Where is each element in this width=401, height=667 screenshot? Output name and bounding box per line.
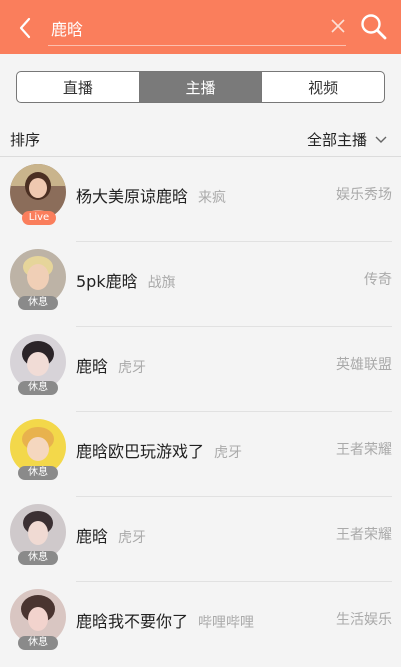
chevron-left-icon bbox=[19, 17, 31, 39]
search-type-tabs: 直播 主播 视频 bbox=[16, 71, 385, 103]
status-badge: 休息 bbox=[18, 551, 58, 565]
list-item[interactable]: 休息 鹿晗 虎牙 王者荣耀 bbox=[0, 497, 401, 582]
sort-bar: 排序 全部主播 bbox=[0, 120, 401, 157]
tab-videos[interactable]: 视频 bbox=[261, 72, 384, 102]
result-platform: 虎牙 bbox=[118, 360, 147, 376]
sort-label: 排序 bbox=[10, 131, 41, 149]
result-category: 王者荣耀 bbox=[336, 527, 392, 543]
result-name: 鹿晗 虎牙 bbox=[76, 527, 147, 546]
result-category: 王者荣耀 bbox=[336, 442, 392, 458]
search-underline bbox=[48, 45, 346, 46]
clear-search-button[interactable] bbox=[330, 18, 346, 34]
result-platform: 哔哩哔哩 bbox=[198, 615, 255, 631]
back-button[interactable] bbox=[14, 14, 38, 42]
result-name: 杨大美原谅鹿晗 来疯 bbox=[76, 187, 227, 206]
result-list: Live 杨大美原谅鹿晗 来疯 娱乐秀场 休息 5pk鹿晗 战旗 传奇 休息 鹿… bbox=[0, 157, 401, 667]
close-icon bbox=[331, 19, 345, 33]
search-icon bbox=[361, 14, 387, 40]
list-item[interactable]: Live 杨大美原谅鹿晗 来疯 娱乐秀场 bbox=[0, 157, 401, 242]
chevron-down-icon bbox=[375, 136, 387, 143]
result-category: 生活娱乐 bbox=[336, 612, 392, 628]
status-badge: 休息 bbox=[18, 296, 58, 310]
result-category: 传奇 bbox=[364, 272, 392, 288]
search-input[interactable] bbox=[48, 13, 321, 43]
list-item[interactable]: 休息 鹿晗我不要你了 哔哩哔哩 生活娱乐 bbox=[0, 582, 401, 667]
result-platform: 虎牙 bbox=[118, 530, 147, 546]
search-box bbox=[48, 13, 346, 46]
status-badge: Live bbox=[22, 211, 56, 225]
list-item[interactable]: 休息 5pk鹿晗 战旗 传奇 bbox=[0, 242, 401, 327]
result-category: 娱乐秀场 bbox=[336, 187, 392, 203]
result-category: 英雄联盟 bbox=[336, 357, 392, 373]
list-item[interactable]: 休息 鹿晗 虎牙 英雄联盟 bbox=[0, 327, 401, 412]
tab-live[interactable]: 直播 bbox=[17, 72, 139, 102]
list-item[interactable]: 休息 鹿晗欧巴玩游戏了 虎牙 王者荣耀 bbox=[0, 412, 401, 497]
result-name: 鹿晗 虎牙 bbox=[76, 357, 147, 376]
result-platform: 来疯 bbox=[198, 190, 227, 206]
streamer-filter-dropdown[interactable]: 全部主播 bbox=[307, 129, 387, 150]
status-badge: 休息 bbox=[18, 381, 58, 395]
status-badge: 休息 bbox=[18, 636, 58, 650]
result-name: 5pk鹿晗 战旗 bbox=[76, 272, 176, 291]
status-badge: 休息 bbox=[18, 466, 58, 480]
result-name: 鹿晗我不要你了 哔哩哔哩 bbox=[76, 612, 255, 631]
tab-streamers[interactable]: 主播 bbox=[138, 72, 262, 102]
result-platform: 战旗 bbox=[147, 275, 176, 291]
result-platform: 虎牙 bbox=[214, 445, 243, 461]
top-bar bbox=[0, 0, 401, 54]
filter-label: 全部主播 bbox=[306, 131, 367, 149]
search-button[interactable] bbox=[360, 13, 388, 41]
result-name: 鹿晗欧巴玩游戏了 虎牙 bbox=[76, 442, 243, 461]
